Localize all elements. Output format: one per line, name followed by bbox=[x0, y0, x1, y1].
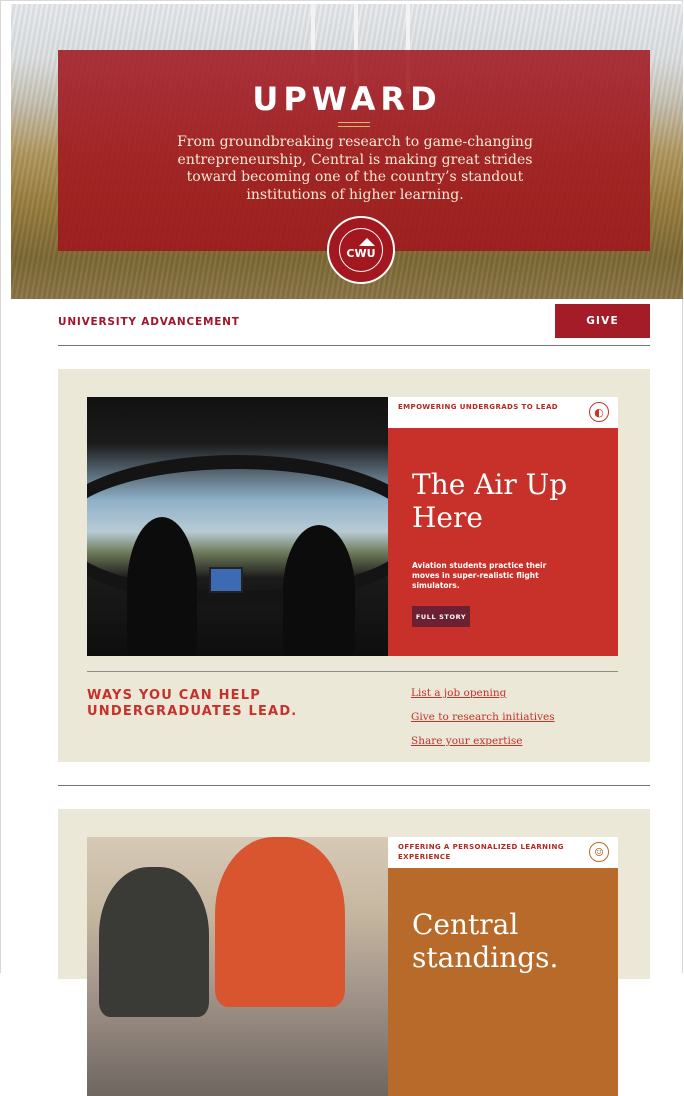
section-divider bbox=[58, 785, 650, 786]
mountain-icon bbox=[359, 238, 375, 246]
give-button[interactable]: GIVE bbox=[555, 304, 650, 338]
cwu-seal-logo: CWU bbox=[327, 216, 395, 284]
feature-title: The Air Up Here bbox=[412, 468, 568, 534]
card-divider bbox=[87, 671, 618, 672]
hero-banner: UPWARD From groundbreaking research to g… bbox=[11, 4, 683, 299]
hero-divider bbox=[338, 122, 370, 123]
instrument-screen bbox=[209, 567, 243, 593]
full-story-button[interactable]: FULL STORY bbox=[412, 606, 470, 627]
instructor-figure bbox=[215, 837, 345, 1007]
section-label: EMPOWERING UNDERGRADS TO LEAD bbox=[398, 403, 558, 411]
link-share-expertise[interactable]: Share your expertise bbox=[411, 735, 522, 747]
feature-title: Central standings. bbox=[412, 908, 559, 974]
feature-panel: Central standings. bbox=[388, 868, 618, 1096]
ways-to-help-heading: WAYS YOU CAN HELP UNDERGRADUATES LEAD. bbox=[87, 688, 298, 719]
flight-simulator-photo bbox=[87, 397, 388, 656]
section-label-bar: OFFERING A PERSONALIZED LEARNING EXPERIE… bbox=[388, 837, 618, 868]
feature-description: Aviation students practice their moves i… bbox=[412, 561, 547, 590]
feature-card-central: OFFERING A PERSONALIZED LEARNING EXPERIE… bbox=[58, 809, 650, 1096]
student-figure bbox=[99, 867, 209, 1017]
seal-text: CWU bbox=[346, 247, 376, 260]
people-icon: ☺ bbox=[589, 842, 609, 862]
hero-divider bbox=[338, 126, 370, 127]
pilot-silhouette bbox=[127, 517, 197, 656]
hero-subtitle: From groundbreaking research to game-cha… bbox=[177, 134, 533, 203]
students-photo bbox=[87, 837, 388, 1096]
nav-divider bbox=[58, 345, 650, 346]
globe-icon: ◐ bbox=[589, 402, 609, 422]
seal-inner-ring: CWU bbox=[339, 228, 383, 272]
pilot-silhouette bbox=[283, 525, 355, 656]
university-advancement-label: UNIVERSITY ADVANCEMENT bbox=[58, 316, 240, 328]
link-give-research[interactable]: Give to research initiatives bbox=[411, 711, 555, 723]
feature-panel: The Air Up Here Aviation students practi… bbox=[388, 428, 618, 656]
feature-card-air: EMPOWERING UNDERGRADS TO LEAD ◐ The Air … bbox=[58, 369, 650, 762]
link-list-job-opening[interactable]: List a job opening bbox=[411, 687, 506, 699]
section-label: OFFERING A PERSONALIZED LEARNING EXPERIE… bbox=[398, 843, 564, 861]
section-label-bar: EMPOWERING UNDERGRADS TO LEAD ◐ bbox=[388, 397, 618, 428]
hero-title: UPWARD bbox=[252, 80, 442, 118]
